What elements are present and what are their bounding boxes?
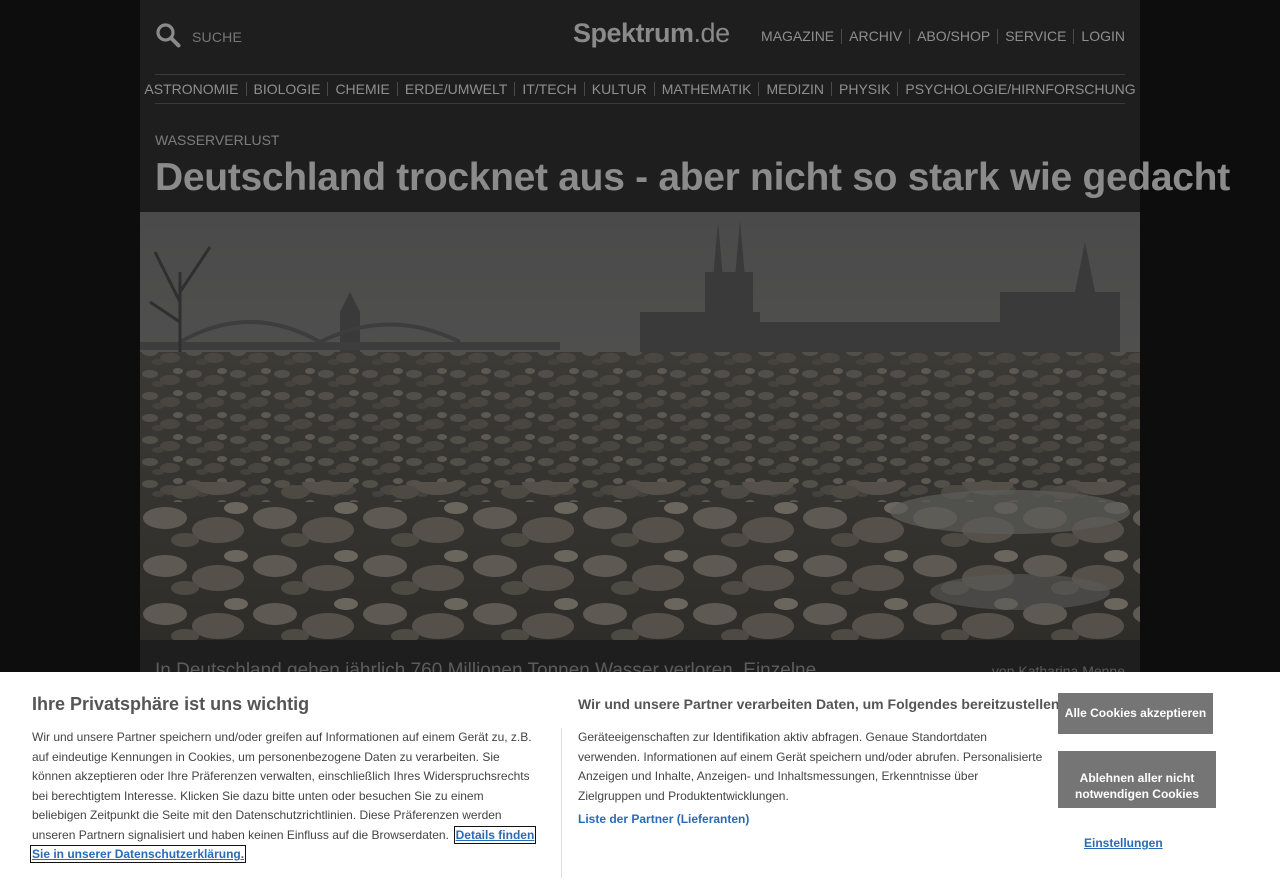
category-astronomie[interactable]: ASTRONOMIE (137, 82, 245, 96)
consent-divider (561, 728, 562, 878)
category-erde-umwelt[interactable]: ERDE/UMWELT (396, 82, 514, 96)
reject-cookies-button[interactable]: Ablehnen aller nicht notwendigen Cookies (1058, 751, 1216, 808)
nav-abo-shop[interactable]: ABO/SHOP (909, 29, 997, 44)
category-physik[interactable]: PHYSIK (831, 82, 897, 96)
consent-body-text: Wir und unsere Partner speichern und/ode… (32, 730, 532, 842)
category-chemie[interactable]: CHEMIE (327, 82, 396, 96)
nav-service[interactable]: SERVICE (997, 29, 1073, 44)
category-psychologie[interactable]: PSYCHOLOGIE/HIRNFORSCHUNG (897, 82, 1142, 96)
logo-main: Spektrum (573, 18, 694, 48)
purposes-body: Geräteeigenschaften zur Identifikation a… (578, 730, 1043, 803)
search-icon[interactable] (155, 22, 181, 48)
accept-all-cookies-button[interactable]: Alle Cookies akzeptieren (1058, 693, 1213, 734)
cookie-settings-link[interactable]: Einstellungen (1084, 836, 1163, 850)
category-navigation: ASTRONOMIE BIOLOGIE CHEMIE ERDE/UMWELT I… (144, 74, 1136, 104)
article-headline: Deutschland trocknet aus - aber nicht so… (155, 156, 1230, 199)
consent-title: Ihre Privatsphäre ist uns wichtig (32, 694, 310, 714)
site-logo[interactable]: Spektrum.de (573, 18, 730, 49)
top-navigation: MAGAZINE ARCHIV ABO/SHOP SERVICE LOGIN (754, 29, 1125, 44)
consent-body: Wir und unsere Partner speichern und/ode… (29, 728, 537, 865)
category-it-tech[interactable]: IT/TECH (514, 82, 583, 96)
purposes-title: Wir und unsere Partner verarbeiten Daten… (578, 696, 1065, 712)
category-kultur[interactable]: KULTUR (583, 82, 654, 96)
cookie-consent-banner: Ihre Privatsphäre ist uns wichtig Wir un… (0, 672, 1280, 887)
category-biologie[interactable]: BIOLOGIE (245, 82, 328, 96)
logo-domain: .de (693, 18, 731, 48)
nav-magazine[interactable]: MAGAZINE (754, 29, 841, 44)
article-kicker: WASSERVERLUST (155, 132, 280, 148)
nav-login[interactable]: LOGIN (1073, 29, 1125, 44)
category-mathematik[interactable]: MATHEMATIK (653, 82, 759, 96)
category-medizin[interactable]: MEDIZIN (758, 82, 831, 96)
hero-image (140, 212, 1140, 640)
nav-archiv[interactable]: ARCHIV (841, 29, 909, 44)
search-input[interactable]: SUCHE (192, 29, 242, 45)
partners-list-link[interactable]: Liste der Partner (Lieferanten) (578, 812, 749, 826)
